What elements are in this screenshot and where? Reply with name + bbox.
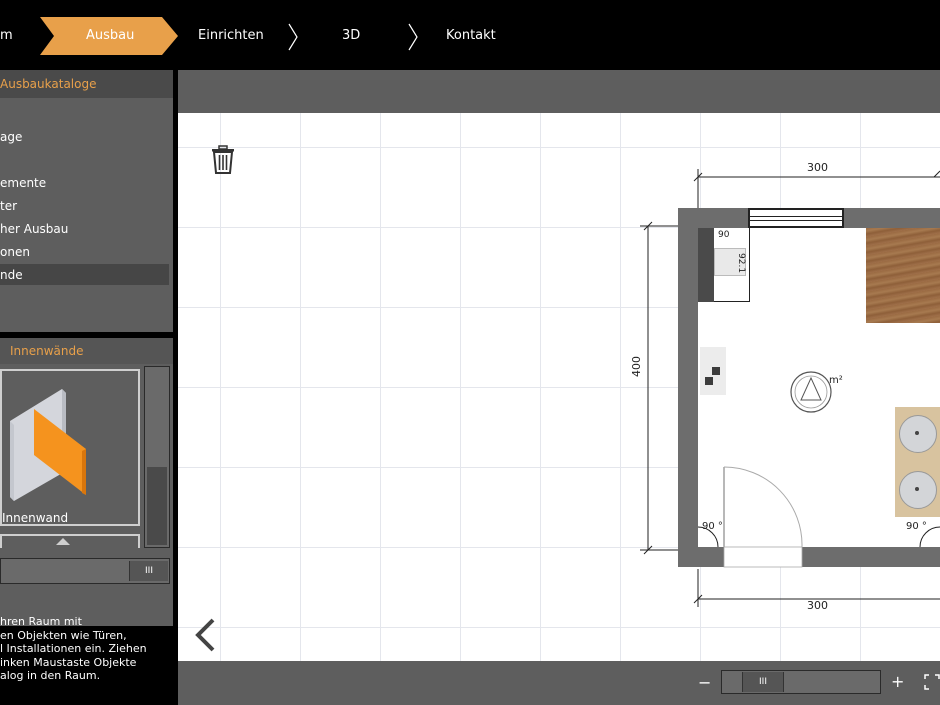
preview-hscroll-thumb[interactable]: III (129, 561, 168, 581)
wc-angle-label: 90 (718, 230, 730, 240)
preview-panel: Innenwände Innenwand III (0, 338, 173, 626)
nav-item-kontakt[interactable]: Kontakt (446, 29, 496, 43)
catalog-header-title: Ausbaukataloge (0, 77, 97, 91)
floorplan-canvas[interactable]: 300 300 400 90 92.1 m² 90 ° 90 ° (178, 113, 940, 661)
help-text: hren Raum mit en Objekten wie Türen, l I… (0, 615, 178, 683)
preview-hscroll[interactable]: III (0, 558, 170, 584)
catalog-item[interactable]: emente (0, 176, 46, 190)
room-area-label: m² (829, 375, 843, 386)
sink-vanity[interactable] (895, 407, 940, 517)
help-line: en Objekten wie Türen, (0, 628, 127, 642)
zoom-in-button[interactable]: + (891, 672, 904, 691)
left-panel: Ausbaukataloge age emente ter her Ausbau… (0, 70, 178, 705)
catalog-item[interactable]: ter (0, 199, 17, 213)
top-navigation: m Ausbau Einrichten 3D Kontakt (0, 0, 940, 70)
preview-scrollbar[interactable] (144, 366, 170, 548)
nav-item-ausbau[interactable]: Ausbau (86, 29, 134, 43)
nav-item-3d[interactable]: 3D (342, 29, 360, 43)
zoom-out-button[interactable]: − (698, 673, 711, 692)
wood-cabinet[interactable] (866, 228, 940, 323)
catalog-panel: Ausbaukataloge age emente ter her Ausbau… (0, 70, 173, 332)
help-line: inken Maustaste Objekte (0, 655, 137, 669)
catalog-item[interactable]: age (0, 130, 22, 144)
canvas-toolbar-top (178, 70, 940, 113)
angle-arc-bl (698, 526, 719, 547)
catalog-item[interactable]: her Ausbau (0, 222, 68, 236)
room-center-icon[interactable] (789, 370, 833, 414)
preview-header: Innenwände (0, 338, 173, 364)
catalog-item[interactable]: onen (0, 245, 30, 259)
canvas-toolbar-bottom: − III + (178, 661, 940, 705)
window[interactable] (748, 208, 844, 228)
catalog-selected-highlight (0, 264, 169, 285)
zoom-slider-thumb[interactable]: III (742, 672, 784, 692)
nav-item-raum[interactable]: m (0, 29, 13, 43)
wall-bottom-right[interactable] (802, 547, 940, 567)
help-line: hren Raum mit (0, 615, 82, 628)
dim-bottom-label: 300 (807, 599, 828, 612)
catalog-item-selected[interactable]: nde (0, 268, 23, 282)
wc-dim-label: 92.1 (736, 253, 746, 274)
innenwand-label: Innenwand (2, 511, 69, 525)
chevron-up-icon (56, 538, 70, 545)
preview-scrollbar-thumb[interactable] (147, 467, 167, 545)
next-tile[interactable] (0, 534, 140, 548)
angle-arc-br (919, 526, 940, 547)
innenwand-icon (10, 389, 86, 501)
nav-chevron-icon (408, 23, 418, 51)
help-line: alog in den Raum. (0, 669, 101, 683)
wall-left[interactable] (678, 208, 698, 567)
fullscreen-icon[interactable] (924, 674, 940, 690)
preview-header-title: Innenwände (10, 344, 84, 358)
help-line: l Installationen ein. Ziehen (0, 642, 147, 656)
nav-chevron-icon (288, 23, 298, 51)
nav-item-einrichten[interactable]: Einrichten (198, 29, 264, 43)
shelf-object[interactable] (700, 347, 726, 395)
catalog-header: Ausbaukataloge (0, 70, 173, 98)
zoom-slider[interactable]: III (721, 670, 881, 694)
dim-left-label: 400 (630, 356, 643, 377)
innenwand-tile[interactable]: Innenwand (0, 369, 140, 526)
dim-top-label: 300 (807, 161, 828, 174)
